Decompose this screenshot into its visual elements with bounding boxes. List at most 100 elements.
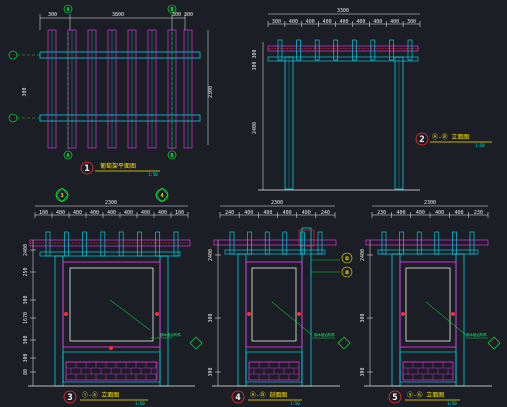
elevation-5: 2300 230 400 400 400 400 230 2400 300 300 钢木组合构… <box>360 200 501 406</box>
elev4-note: 钢木组合构件 <box>314 332 335 337</box>
plan-axis-top-right: B <box>170 7 173 13</box>
elev5-seg-label: 400 <box>435 210 444 216</box>
plan-dim-right: 2300 <box>208 86 214 98</box>
plan-title: 葡萄架平面图 <box>100 162 136 170</box>
elev4-left-dim-label: 2400 <box>208 249 214 261</box>
rafter <box>452 231 457 255</box>
elev-main-seg-label: 400 <box>323 19 332 25</box>
elev3-rafters <box>45 231 179 257</box>
elev-main-dim-left-upper: 300 <box>252 49 258 58</box>
rafter <box>434 231 440 255</box>
drawing-sheet: 3800 300 300 300 A B 2300 300 A B 1 葡萄架平… <box>8 4 501 406</box>
elev4-left-dim-label: 300 <box>208 313 214 322</box>
rafter <box>264 231 270 255</box>
elev4-left-dim-label: 300 <box>208 367 214 376</box>
rafter <box>118 231 124 257</box>
elev5-segments: 230 400 400 400 400 230 <box>371 210 489 218</box>
elev4-seg-label: 400 <box>244 210 253 216</box>
elev3-seg-label: 400 <box>158 210 167 216</box>
elev-main-seg-label: 400 <box>373 19 382 25</box>
elev-main-dim-left-height: 2400 <box>252 122 258 134</box>
elev4-callout-1: ① <box>345 256 350 262</box>
elev4-seg-label: 240 <box>321 210 330 216</box>
elev5-left-dim-label: 2400 <box>360 249 366 261</box>
elev-main-scale: 1:50 <box>475 143 485 148</box>
elev-main-seg-label: 400 <box>339 19 348 25</box>
elev4-scale: 1:50 <box>290 401 300 406</box>
elev4-seg-label: 400 <box>283 210 292 216</box>
rafter <box>137 231 142 257</box>
elev5-seg-label: 230 <box>474 210 483 216</box>
elev3-seg-label: 100 <box>175 210 184 216</box>
plan-dim-left: 300 <box>22 87 28 96</box>
elev3-seg-label: 400 <box>141 210 150 216</box>
rafter <box>416 231 422 255</box>
elev5-left-dim-label: 300 <box>360 367 366 376</box>
elev4-rafters <box>229 231 323 255</box>
elev-main-seg-label: 300 <box>272 19 281 25</box>
elev4-title: Ⓐ-Ⓑ 剖面图 <box>250 391 287 399</box>
rafter <box>100 231 106 257</box>
rafter <box>381 231 387 255</box>
elev-main-seg-label: 400 <box>306 19 315 25</box>
elev4-seg-label: 400 <box>263 210 272 216</box>
elev5-title-number: 5 <box>392 393 397 403</box>
elev3-dim-top: 2300 <box>105 200 117 206</box>
plan-axis-bottom-left: A <box>66 153 69 159</box>
elev4-title-number: 4 <box>235 393 241 403</box>
elev3-seg-label: 100 <box>39 210 48 216</box>
elev4-seg-label: 400 <box>302 210 311 216</box>
elev3-left-dims: 2400 250 300 1670 300 300 80 <box>23 244 36 375</box>
elev5-left-dims: 2400 300 300 <box>360 249 373 377</box>
elev4-dim-top: 2300 <box>271 200 283 206</box>
elev3-scale: 1:50 <box>135 401 145 406</box>
rafter <box>45 231 51 257</box>
plan-axis-top-left: A <box>66 7 69 13</box>
plan-axis-bottom-right: B <box>170 153 173 159</box>
elev5-seg-label: 400 <box>396 210 405 216</box>
elev5-seg-label: 400 <box>416 210 425 216</box>
elev4-left-dims: 2400 300 300 <box>208 249 221 377</box>
rafter <box>155 231 161 257</box>
elev3-axis-left: 3 <box>60 193 63 199</box>
elev-main-title: Ⓐ-Ⓑ 立面图 <box>432 133 469 141</box>
elev5-brick-pattern <box>402 361 453 380</box>
elev-main-seg-label: 300 <box>407 19 416 25</box>
rafter <box>282 231 288 255</box>
elev3-left-dim-label: 250 <box>23 267 29 276</box>
rafter <box>399 231 404 255</box>
elevation-3: 3 4 2300 100 400 400 400 400 400 400 400 100 240… <box>23 187 203 406</box>
rafter <box>469 231 475 255</box>
elev3-segments: 100 400 400 400 400 400 400 400 100 <box>34 210 189 218</box>
elev5-seg-label: 230 <box>377 210 386 216</box>
elev5-left-dim-label: 300 <box>360 313 366 322</box>
elev5-rafters <box>381 231 475 255</box>
rafter <box>173 231 179 257</box>
plan-slats <box>47 29 193 149</box>
elev4-seg-label: 240 <box>225 210 234 216</box>
elev-main-dim-left-mid: 300 <box>252 61 258 70</box>
rafter <box>63 231 69 257</box>
elevation-4: 2300 240 400 400 400 400 240 2400 300 300 ① ② 钢… <box>208 200 353 406</box>
elev-main-seg-label: 400 <box>390 19 399 25</box>
plan-dim-top-left: 300 <box>48 12 57 18</box>
elev3-left-dim-label: 300 <box>23 295 29 304</box>
elev3-note: 钢木组合构件 <box>160 332 181 337</box>
elev3-seg-label: 400 <box>107 210 116 216</box>
rafter <box>317 231 323 255</box>
elev3-axis-right: 4 <box>160 193 163 199</box>
plan-view: 3800 300 300 300 A B 2300 300 A B 1 葡萄架平… <box>8 4 214 177</box>
elev3-seg-label: 400 <box>124 210 133 216</box>
plan-title-number: 1 <box>84 164 89 174</box>
elev-main-seg-label: 400 <box>289 19 298 25</box>
elev3-title-number: 3 <box>67 393 72 403</box>
elev3-seg-label: 400 <box>73 210 82 216</box>
rafter <box>300 231 305 255</box>
elev3-seg-label: 400 <box>56 210 65 216</box>
elev3-title: ①-④ 立面图 <box>82 391 119 399</box>
elev-main-segments: 300 400 400 400 400 400 400 400 300 <box>267 19 421 27</box>
elev3-brick-pattern <box>65 361 157 380</box>
plan-scale: 1:50 <box>148 172 158 177</box>
elev3-left-dim-label: 80 <box>23 369 29 375</box>
elev-main-title-number: 2 <box>419 135 424 145</box>
